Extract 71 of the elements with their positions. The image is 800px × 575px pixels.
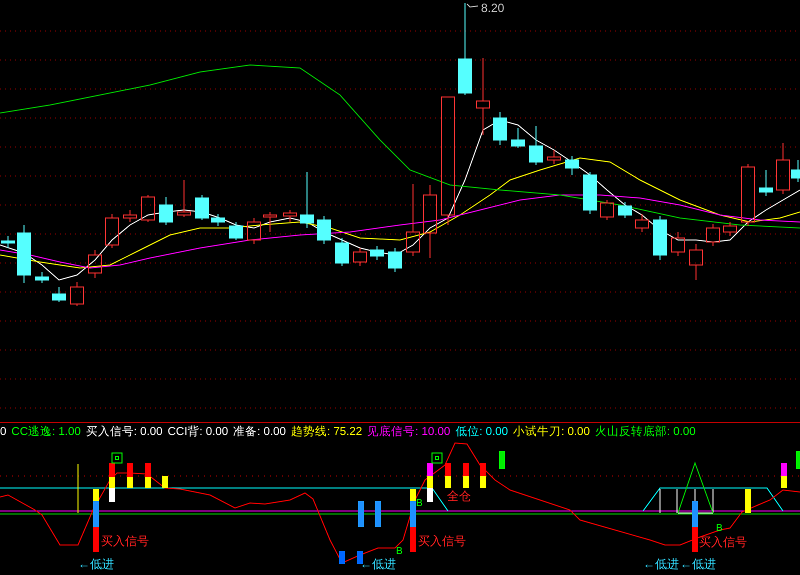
legend-item: 低位: 0.00 [455,426,508,438]
legend-item: CCI背: 0.00 [168,426,228,438]
legend-item: CC逃逸: 1.00 [11,426,81,438]
candlestick [565,156,579,176]
square-marker-icon [112,452,122,464]
b-marker-label: B [396,546,403,557]
candlestick [247,218,261,244]
candlestick [706,224,720,246]
candlestick [52,286,66,302]
b-marker-label: B [416,498,423,509]
candlestick [529,126,543,166]
candlestick [177,180,191,218]
candlestick [1,236,15,248]
candlestick [229,222,243,240]
candlestick [635,214,649,232]
candlestick [211,214,225,226]
price-high-label: 8.20 [481,1,504,15]
candlestick [300,172,314,228]
square-marker-icon [432,452,442,464]
signal-bar [357,551,363,564]
candlestick [105,214,119,248]
candlestick [511,128,525,148]
candlestick [123,210,137,222]
candlestick [263,212,277,232]
candlestick [671,232,685,256]
candlestick [317,216,331,244]
leader-line [466,4,478,8]
legend-item: 火山反转底部: 0.00 [594,426,696,438]
candlestick [17,224,31,284]
legend-item: 0 [0,426,6,438]
candlestick [370,246,384,260]
candlestick [335,238,349,266]
legend-item: 见底信号: 10.00 [367,426,450,438]
candlestick [195,194,209,220]
candlestick [618,202,632,218]
buy-signal-label: 买入信号 [101,534,149,548]
candlestick [353,248,367,266]
legend-item: 准备: 0.00 [233,426,286,438]
candlestick [689,244,703,280]
low-entry-label: ←低进 [680,557,716,571]
signal-bar [796,451,800,469]
legend-item: 小试牛刀: 0.00 [513,426,590,438]
signal-bar [358,501,364,527]
candlestick [141,194,155,222]
candlestick [493,112,507,146]
legend-item: 买入信号: 0.00 [86,426,163,438]
full-position-label: 全仓 [447,489,471,503]
signal-bar [375,501,381,527]
legend-item: 趋势线: 75.22 [290,426,362,438]
candlestick [759,170,773,196]
signal-bar [339,551,345,564]
candlestick [388,248,402,272]
candlestick [88,250,102,278]
candlestick [283,210,297,222]
low-entry-label: ←低进 [360,557,396,571]
low-entry-label: ←低进 [78,557,114,571]
candlestick [723,222,737,236]
candlestick [653,216,667,260]
candlestick [547,150,561,164]
candlestick [70,282,84,306]
candlestick [35,272,49,284]
buy-signal-label: 买入信号 [699,535,747,549]
buy-signal-label: 买入信号 [418,534,466,548]
candlestick [159,196,173,226]
signal-bar [745,489,751,513]
candlestick [741,164,755,226]
signal-bar [162,476,168,488]
signal-bar [499,451,505,469]
low-entry-label: ←低进 [643,557,679,571]
candlestick [583,172,597,214]
candlestick [600,200,614,220]
